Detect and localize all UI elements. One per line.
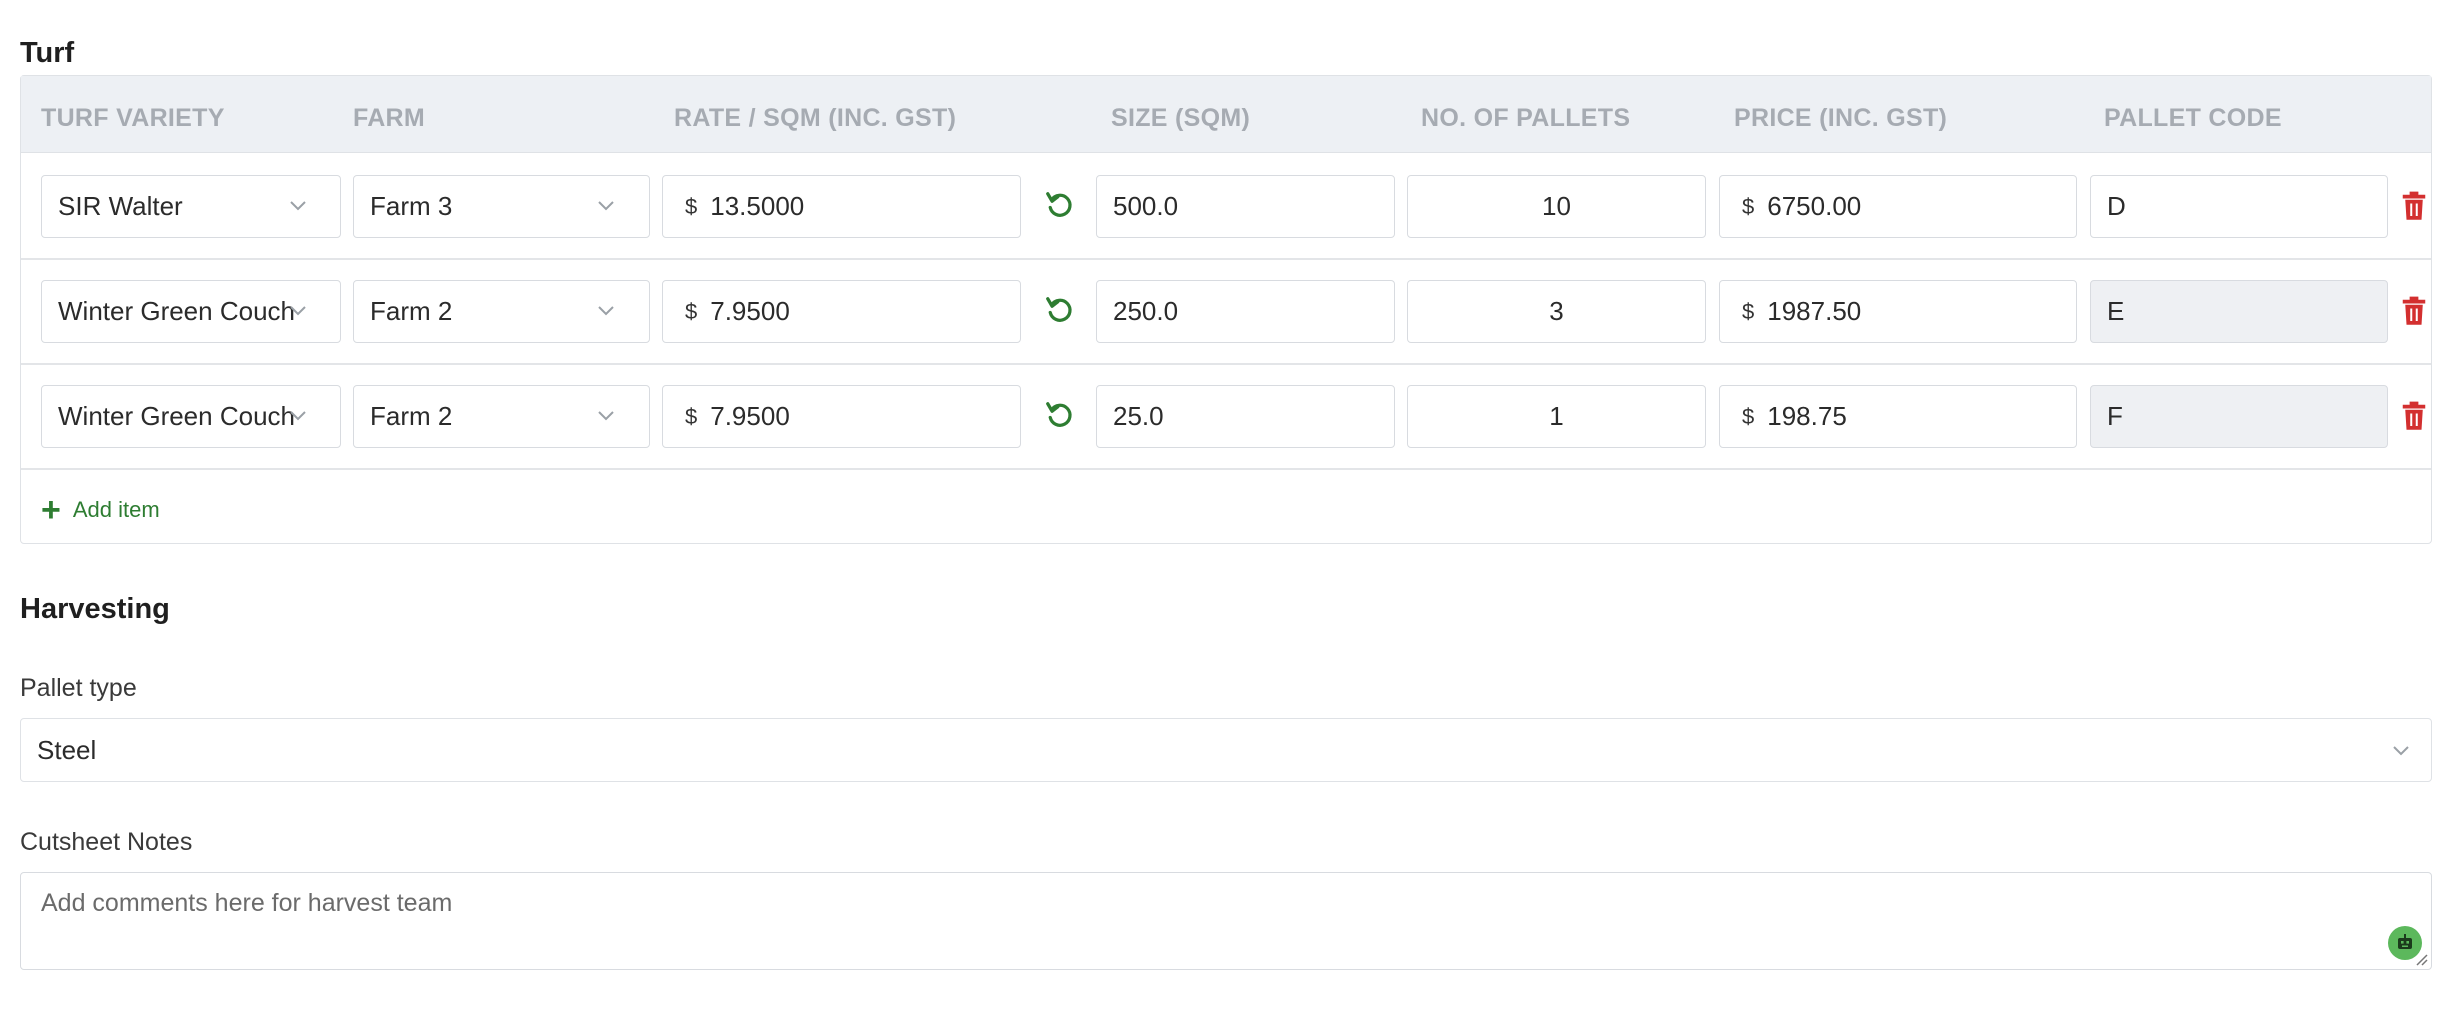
header-turf-variety: TURF VARIETY (41, 104, 225, 132)
pallet-code-value: D (2107, 191, 2126, 221)
plus-icon: + (41, 491, 61, 529)
pallets-input[interactable]: 1 (1407, 385, 1706, 448)
pallet-code-input[interactable]: D (2090, 175, 2388, 238)
size-value: 250.0 (1113, 296, 1179, 326)
rate-value: 13.5000 (710, 191, 805, 221)
turf-variety-select[interactable]: Winter Green Couch (41, 280, 341, 343)
pallet-type-label: Pallet type (20, 674, 137, 702)
header-pallet-code: PALLET CODE (2104, 104, 2282, 132)
farm-select[interactable]: Farm 2 (353, 385, 650, 448)
farm-value: Farm 3 (370, 191, 453, 221)
size-value: 500.0 (1113, 191, 1179, 221)
reset-icon[interactable] (1044, 295, 1074, 325)
chevron-down-icon (598, 201, 614, 211)
price-input[interactable]: $ 6750.00 (1719, 175, 2077, 238)
pallet-code-value: E (2107, 296, 2125, 326)
header-price: PRICE (INC. GST) (1734, 104, 1948, 132)
size-input[interactable]: 25.0 (1096, 385, 1395, 448)
chevron-down-icon (290, 411, 306, 421)
turf-table-header: TURF VARIETY FARM RATE / SQM (INC. GST) … (21, 76, 2431, 153)
trash-icon[interactable] (2401, 191, 2427, 221)
trash-icon[interactable] (2401, 401, 2427, 431)
price-value: 198.75 (1767, 401, 1847, 431)
currency-symbol: $ (1742, 298, 1755, 324)
header-size: SIZE (SQM) (1111, 104, 1251, 132)
header-farm: FARM (353, 104, 426, 132)
header-pallets: NO. OF PALLETS (1421, 104, 1631, 132)
rate-input[interactable]: $ 7.9500 (662, 280, 1021, 343)
pallets-input[interactable]: 10 (1407, 175, 1706, 238)
chevron-down-icon (598, 411, 614, 421)
row-divider (21, 468, 2431, 470)
price-input[interactable]: $ 198.75 (1719, 385, 2077, 448)
cutsheet-notes-textarea[interactable]: Add comments here for harvest team (20, 872, 2432, 970)
rate-input[interactable]: $ 13.5000 (662, 175, 1021, 238)
resize-handle-icon[interactable] (2414, 952, 2428, 966)
reset-icon[interactable] (1044, 190, 1074, 220)
currency-symbol: $ (1742, 193, 1755, 219)
pallet-type-select[interactable]: Steel (20, 718, 2432, 782)
turf-variety-select[interactable]: SIR Walter (41, 175, 341, 238)
farm-value: Farm 2 (370, 401, 453, 431)
row-divider (21, 363, 2431, 365)
rate-input[interactable]: $ 7.9500 (662, 385, 1021, 448)
pallets-value: 10 (1542, 191, 1571, 221)
rate-value: 7.9500 (710, 296, 790, 326)
pallets-value: 3 (1549, 296, 1564, 326)
add-item-button[interactable]: + Add item (41, 493, 160, 527)
add-item-label: Add item (72, 497, 160, 522)
currency-symbol: $ (685, 193, 698, 219)
pallet-type-value: Steel (37, 734, 97, 765)
turf-variety-value: SIR Walter (58, 191, 183, 221)
chevron-down-icon (2393, 746, 2409, 756)
farm-select[interactable]: Farm 2 (353, 280, 650, 343)
currency-symbol: $ (1742, 403, 1755, 429)
pallets-value: 1 (1549, 401, 1564, 431)
cutsheet-notes-placeholder: Add comments here for harvest team (41, 889, 453, 917)
size-value: 25.0 (1113, 401, 1164, 431)
farm-select[interactable]: Farm 3 (353, 175, 650, 238)
robot-glyph-icon (2398, 934, 2412, 949)
currency-symbol: $ (685, 298, 698, 324)
chevron-down-icon (290, 306, 306, 316)
price-value: 1987.50 (1767, 296, 1862, 326)
chevron-down-icon (598, 306, 614, 316)
harvesting-section-title: Harvesting (20, 593, 170, 625)
reset-icon[interactable] (1044, 400, 1074, 430)
currency-symbol: $ (685, 403, 698, 429)
header-rate: RATE / SQM (INC. GST) (674, 104, 957, 132)
pallets-input[interactable]: 3 (1407, 280, 1706, 343)
rate-value: 7.9500 (710, 401, 790, 431)
pallet-code-input: F (2090, 385, 2388, 448)
size-input[interactable]: 500.0 (1096, 175, 1395, 238)
turf-section-title: Turf (20, 37, 75, 69)
chevron-down-icon (290, 201, 306, 211)
price-value: 6750.00 (1767, 191, 1862, 221)
turf-variety-value: Winter Green Couch (58, 296, 295, 326)
pallet-code-value: F (2107, 401, 2123, 431)
price-input[interactable]: $ 1987.50 (1719, 280, 2077, 343)
cutsheet-notes-label: Cutsheet Notes (20, 828, 193, 856)
turf-variety-select[interactable]: Winter Green Couch (41, 385, 341, 448)
trash-icon[interactable] (2401, 296, 2427, 326)
row-divider (21, 258, 2431, 260)
turf-variety-value: Winter Green Couch (58, 401, 295, 431)
farm-value: Farm 2 (370, 296, 453, 326)
size-input[interactable]: 250.0 (1096, 280, 1395, 343)
pallet-code-input: E (2090, 280, 2388, 343)
